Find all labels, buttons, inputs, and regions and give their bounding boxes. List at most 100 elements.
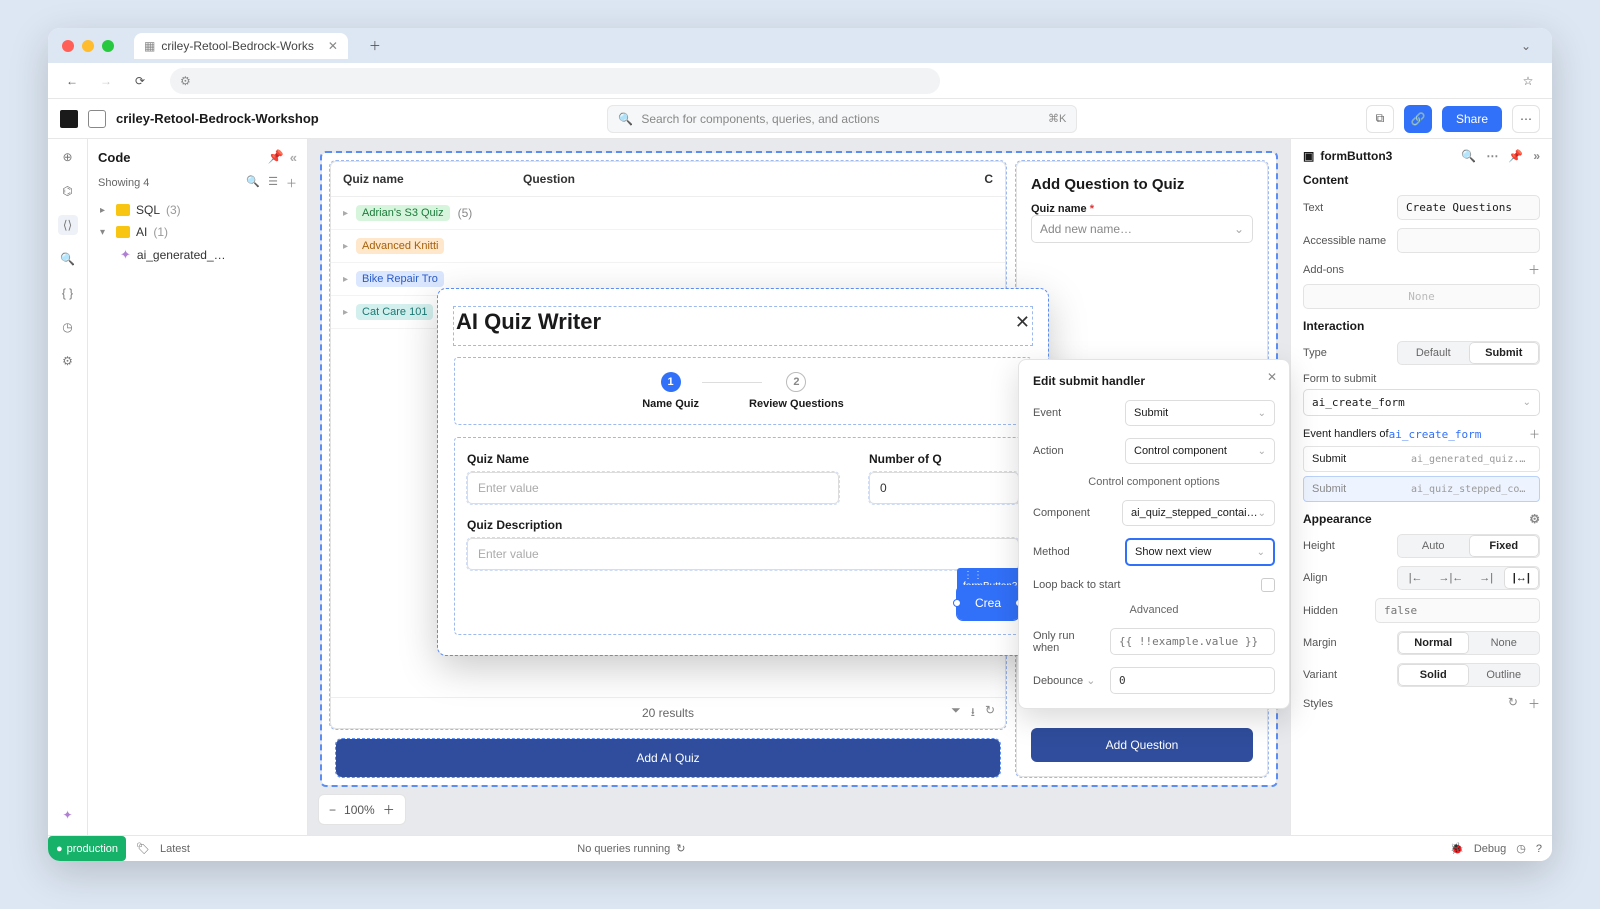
share-button[interactable]: Share: [1442, 106, 1502, 132]
version-latest[interactable]: Latest: [160, 843, 190, 855]
back-button[interactable]: ←: [60, 69, 84, 93]
environment-pill[interactable]: ●production: [48, 836, 126, 861]
quiz-desc-input[interactable]: [467, 538, 1019, 570]
search-rail-icon[interactable]: 🔍: [58, 249, 78, 269]
tree-folder-sql[interactable]: ▸ SQL (3): [98, 199, 297, 221]
maximize-window-button[interactable]: [102, 40, 114, 52]
open-in-new-icon[interactable]: ⧉: [1366, 105, 1394, 133]
type-default-option[interactable]: Default: [1398, 342, 1469, 364]
queries-refresh-icon[interactable]: ↻: [676, 842, 685, 855]
settings-icon[interactable]: ⚙: [58, 351, 78, 371]
step-1-dot[interactable]: 1: [661, 372, 681, 392]
code-add-icon[interactable]: ＋: [286, 175, 297, 191]
handlers-link[interactable]: ai_create_form: [1389, 428, 1482, 441]
component-select[interactable]: ai_quiz_stepped_contai…⌄: [1122, 500, 1275, 526]
panel-toggle-icon[interactable]: [88, 110, 106, 128]
step-2-dot[interactable]: 2: [786, 372, 806, 392]
inspector-more-icon[interactable]: ⋯: [1486, 149, 1498, 163]
action-select[interactable]: Control component⌄: [1125, 438, 1275, 464]
footer-help-icon[interactable]: ?: [1536, 843, 1542, 855]
pin-icon[interactable]: 📌: [268, 149, 284, 165]
accessible-name-field[interactable]: [1397, 228, 1540, 253]
address-bar[interactable]: ⚙: [170, 68, 940, 94]
add-ai-quiz-button[interactable]: Add AI Quiz: [336, 739, 1000, 777]
tree-view-icon[interactable]: ⌬: [58, 181, 78, 201]
hidden-field[interactable]: [1375, 598, 1540, 623]
styles-reset-icon[interactable]: ↻: [1508, 695, 1518, 712]
debug-label[interactable]: Debug: [1474, 843, 1506, 855]
refresh-icon[interactable]: ↻: [985, 703, 995, 724]
table-row[interactable]: ▸Adrian's S3 Quiz(5): [331, 197, 1005, 230]
tree-folder-ai[interactable]: ▾ AI (1): [98, 221, 297, 243]
form-to-submit-select[interactable]: ai_create_form⌄: [1303, 389, 1540, 416]
forward-button[interactable]: →: [94, 69, 118, 93]
text-field[interactable]: Create Questions: [1397, 195, 1540, 220]
num-questions-input[interactable]: [869, 472, 1019, 504]
close-window-button[interactable]: [62, 40, 74, 52]
debug-bug-icon[interactable]: 🐞: [1450, 842, 1464, 855]
app-canvas[interactable]: Quiz name Question C ▸Adrian's S3 Quiz(5…: [308, 139, 1290, 835]
inspector-expand-icon[interactable]: »: [1533, 149, 1540, 163]
method-select[interactable]: Show next view⌄: [1125, 538, 1275, 566]
zoom-control[interactable]: − 100% ＋: [318, 794, 406, 825]
variant-segmented[interactable]: SolidOutline: [1397, 663, 1540, 687]
stepper[interactable]: 1 Name Quiz 2 Review Questions: [454, 357, 1032, 425]
filter-icon[interactable]: ⏷: [951, 703, 961, 724]
code-search-icon[interactable]: 🔍: [246, 175, 260, 191]
download-icon[interactable]: ⭳: [971, 703, 975, 724]
command-search[interactable]: 🔍 Search for components, queries, and ac…: [607, 105, 1077, 133]
collapse-panel-icon[interactable]: «: [290, 150, 297, 165]
event-handler-row-selected[interactable]: Submitai_quiz_stepped_conta…: [1303, 476, 1540, 502]
share-link-icon[interactable]: 🔗: [1404, 105, 1432, 133]
col-quiz-name[interactable]: Quiz name: [343, 172, 523, 186]
height-auto[interactable]: Auto: [1398, 535, 1469, 557]
debounce-input[interactable]: [1110, 667, 1275, 694]
col-question[interactable]: Question: [523, 172, 575, 186]
variant-solid[interactable]: Solid: [1398, 664, 1469, 686]
add-question-button[interactable]: Add Question: [1031, 728, 1253, 762]
reload-button[interactable]: ⟳: [128, 69, 152, 93]
variant-outline[interactable]: Outline: [1469, 664, 1540, 686]
footer-history-icon[interactable]: ◷: [1516, 842, 1526, 855]
state-icon[interactable]: { }: [58, 283, 78, 303]
addons-none[interactable]: None: [1303, 284, 1540, 309]
close-popover-icon[interactable]: ✕: [1267, 370, 1277, 384]
chevron-down-icon[interactable]: ⌄: [1086, 675, 1095, 687]
table-row[interactable]: ▸Advanced Knitti: [331, 230, 1005, 263]
event-handler-row[interactable]: Submitai_generated_quiz.tri…: [1303, 446, 1540, 472]
only-run-input[interactable]: [1110, 628, 1275, 655]
caret-icon[interactable]: ▸: [100, 205, 110, 216]
align-right-icon[interactable]: →|: [1469, 567, 1504, 589]
add-handler-icon[interactable]: ＋: [1529, 426, 1540, 442]
height-fixed[interactable]: Fixed: [1469, 535, 1540, 557]
tree-item-ai-generated[interactable]: ✦ ai_generated_…: [98, 243, 297, 267]
add-component-icon[interactable]: ⊕: [58, 147, 78, 167]
quiz-name-input[interactable]: [467, 472, 839, 504]
event-select[interactable]: Submit⌄: [1125, 400, 1275, 426]
minimize-window-button[interactable]: [82, 40, 94, 52]
styles-add-icon[interactable]: ＋: [1528, 695, 1540, 712]
addons-add-icon[interactable]: ＋: [1528, 261, 1540, 278]
margin-normal[interactable]: Normal: [1398, 632, 1469, 654]
code-panel-icon[interactable]: ⟨⟩: [58, 215, 78, 235]
col-c[interactable]: C: [984, 172, 993, 186]
ai-rail-icon[interactable]: ✦: [58, 805, 78, 825]
zoom-out-icon[interactable]: −: [329, 803, 336, 817]
bookmark-star-icon[interactable]: ☆: [1516, 69, 1540, 93]
align-center-icon[interactable]: →|←: [1433, 567, 1468, 589]
margin-none[interactable]: None: [1469, 632, 1540, 654]
caret-icon[interactable]: ▾: [100, 227, 110, 238]
inspector-search-icon[interactable]: 🔍: [1461, 149, 1476, 163]
browser-tab[interactable]: ▦ criley-Retool-Bedrock-Works ✕: [134, 33, 348, 59]
history-icon[interactable]: ◷: [58, 317, 78, 337]
create-questions-button[interactable]: Crea: [957, 586, 1019, 620]
height-segmented[interactable]: AutoFixed: [1397, 534, 1540, 558]
align-stretch-icon[interactable]: |↔|: [1504, 567, 1539, 589]
inspector-pin-icon[interactable]: 📌: [1508, 149, 1523, 163]
close-modal-icon[interactable]: ✕: [1015, 312, 1030, 333]
align-left-icon[interactable]: |←: [1398, 567, 1433, 589]
loop-back-checkbox[interactable]: [1261, 578, 1275, 592]
margin-segmented[interactable]: NormalNone: [1397, 631, 1540, 655]
quiz-name-select[interactable]: Add new name… ⌄: [1031, 215, 1253, 243]
version-tag-icon[interactable]: 🏷: [136, 842, 150, 855]
